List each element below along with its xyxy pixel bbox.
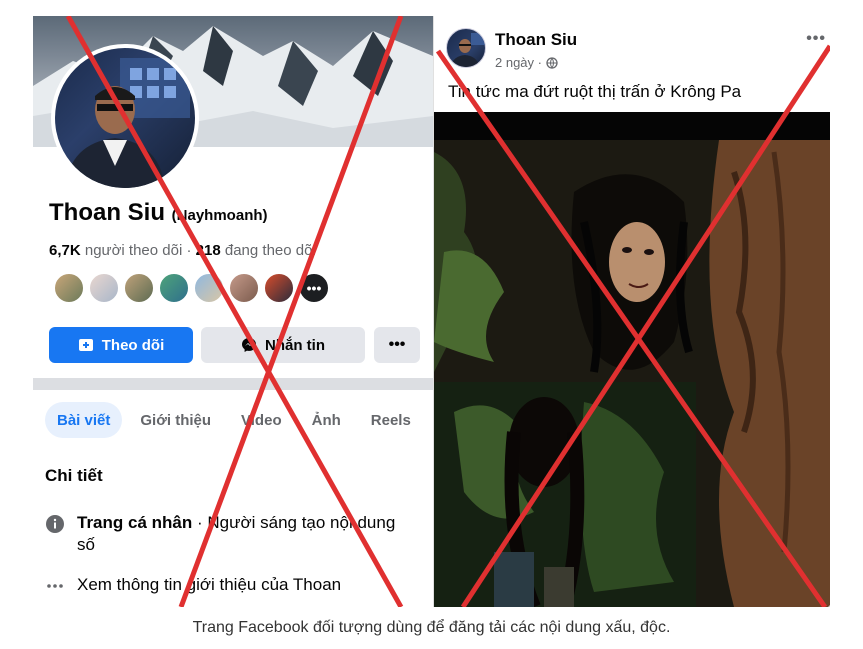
follow-stats: 6,7K người theo dõi · 218 đang theo dõi (49, 242, 316, 259)
following-count[interactable]: 218 (196, 242, 221, 259)
tab-video[interactable]: Video (229, 402, 294, 438)
post-time-text[interactable]: 2 ngày · (495, 55, 542, 70)
more-actions-button[interactable]: ••• (374, 327, 420, 363)
profile-name-text: Thoan Siu (49, 199, 165, 226)
friend-avatar[interactable] (53, 272, 85, 304)
figure-caption: Trang Facebook đối tượng dùng để đăng tả… (192, 619, 671, 636)
post-menu-button[interactable]: ••• (806, 30, 826, 48)
followers-label: người theo dõi (84, 242, 183, 259)
friend-avatar[interactable] (123, 272, 155, 304)
detail-row-page-type: Trang cá nhân · Người sáng tạo nội dung … (45, 512, 415, 556)
friend-avatar[interactable] (193, 272, 225, 304)
profile-tabs: Bài viết Giới thiệu Video Ảnh Reels (45, 402, 429, 438)
ellipsis-icon (45, 576, 65, 596)
friend-avatar[interactable] (158, 272, 190, 304)
message-button[interactable]: Nhắn tin (201, 327, 365, 363)
friend-avatar[interactable] (228, 272, 260, 304)
tab-about[interactable]: Giới thiệu (128, 402, 223, 438)
follow-button[interactable]: Theo dõi (49, 327, 193, 363)
post-photo[interactable] (434, 112, 830, 607)
follow-icon (78, 337, 94, 353)
screenshot-figure: Thoan Siu (Nayhmoanh) 6,7K người theo dõ… (33, 16, 830, 607)
tab-reels[interactable]: Reels (359, 402, 423, 438)
section-divider (33, 378, 433, 390)
tab-photos[interactable]: Ảnh (300, 402, 353, 438)
friend-avatar[interactable] (88, 272, 120, 304)
profile-avatar[interactable] (51, 44, 199, 192)
detail-strong: Trang cá nhân (77, 513, 193, 532)
messenger-icon (241, 337, 257, 353)
following-label: đang theo dõi (224, 242, 316, 259)
detail-text: Xem thông tin giới thiệu của Thoan (77, 575, 342, 594)
avatar (55, 48, 195, 188)
post-author-name[interactable]: Thoan Siu (495, 30, 577, 50)
friend-avatar[interactable] (263, 272, 295, 304)
info-icon (45, 514, 65, 534)
post-timestamp: 2 ngày · (495, 55, 558, 70)
more-friends-button[interactable]: ••• (298, 272, 330, 304)
followers-count[interactable]: 6,7K (49, 242, 81, 259)
globe-icon (546, 56, 558, 69)
follow-label: Theo dõi (101, 336, 165, 354)
profile-nickname: (Nayhmoanh) (171, 207, 268, 224)
profile-name: Thoan Siu (Nayhmoanh) (49, 199, 268, 227)
detail-text: Trang cá nhân · Người sáng tạo nội dung … (77, 512, 415, 556)
detail-row-see-about[interactable]: Xem thông tin giới thiệu của Thoan (45, 574, 415, 596)
post-author-avatar[interactable] (446, 28, 486, 68)
post-panel: Thoan Siu 2 ngày · ••• Tin tức ma đứt ru… (433, 16, 830, 607)
profile-panel: Thoan Siu (Nayhmoanh) 6,7K người theo dõ… (33, 16, 433, 607)
friends-strip: ••• (53, 272, 333, 304)
tab-posts[interactable]: Bài viết (45, 402, 123, 438)
details-title: Chi tiết (45, 466, 103, 485)
message-label: Nhắn tin (265, 336, 325, 354)
post-text: Tin tức ma đứt ruột thị trấn ở Krông Pa (448, 82, 742, 101)
stats-dot: · (186, 242, 196, 259)
